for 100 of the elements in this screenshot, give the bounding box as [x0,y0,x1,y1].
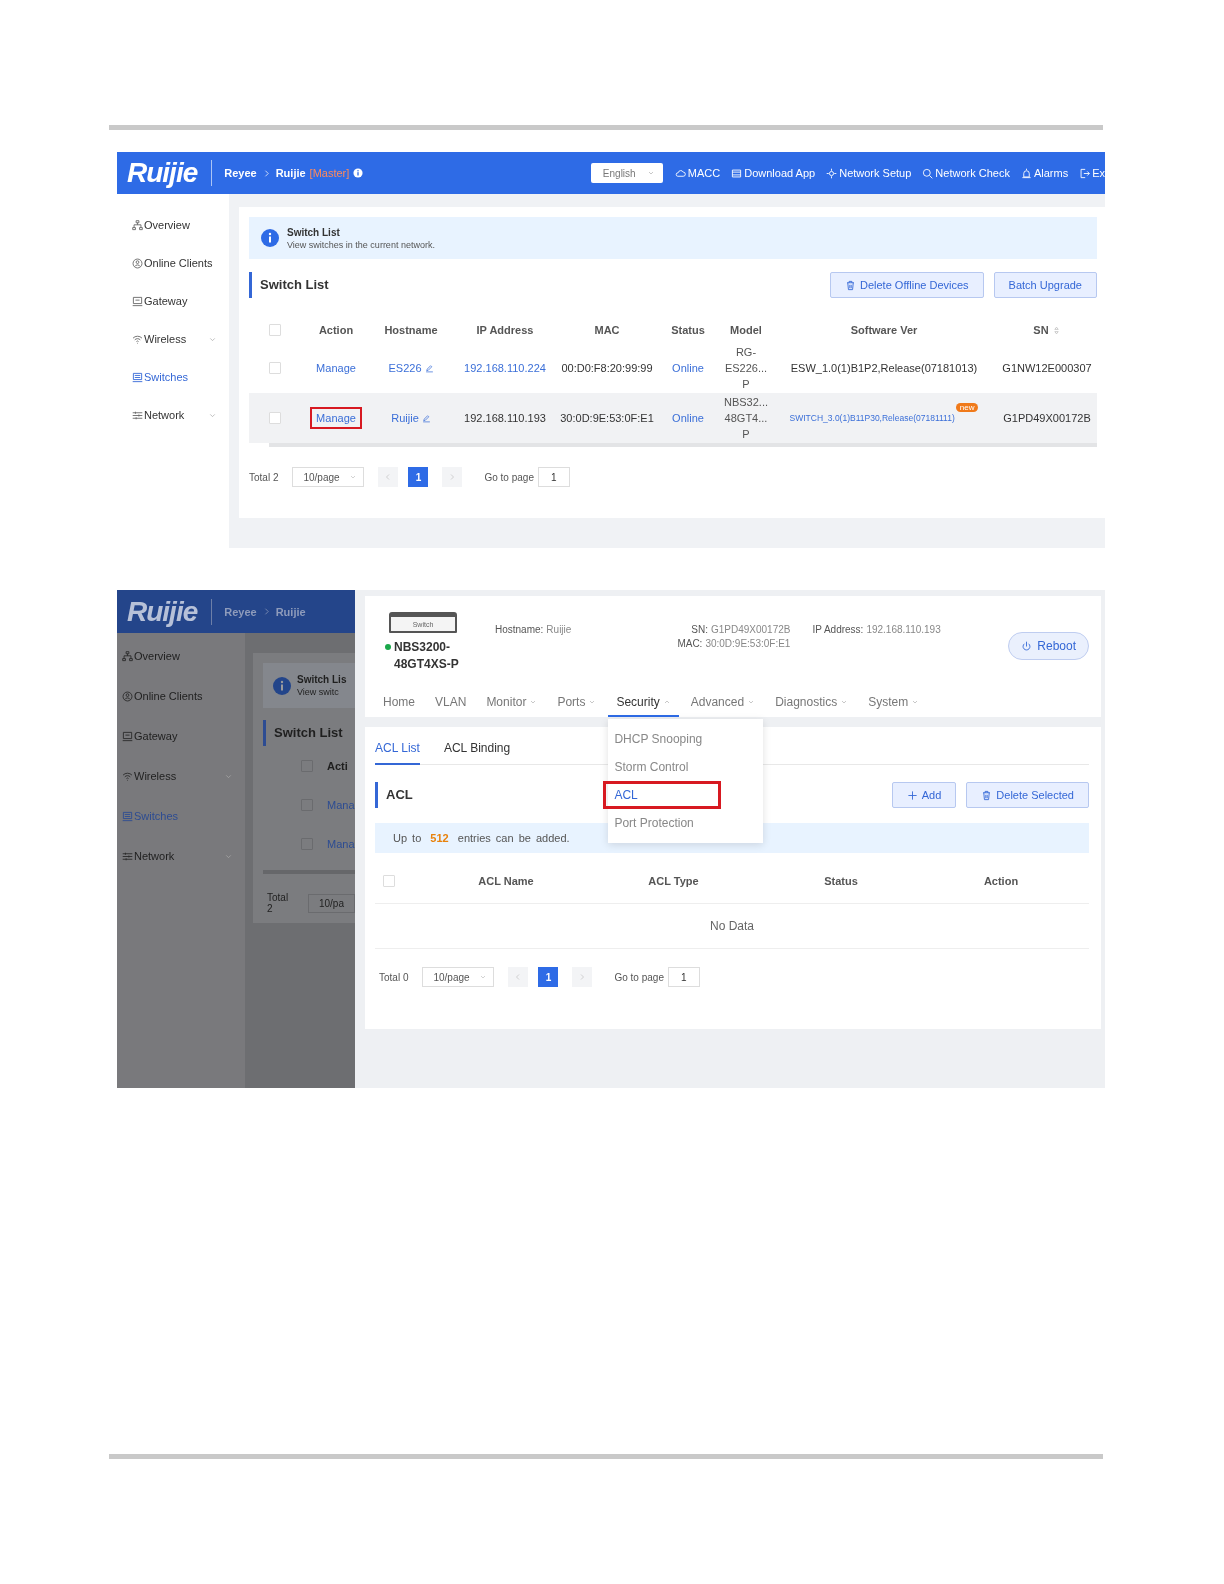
action-button[interactable]: Delete Selected [966,782,1089,808]
sidebar-item[interactable]: Gateway [117,282,229,320]
previous-page-button[interactable] [378,467,399,487]
sidebar-item[interactable]: Overview [117,636,245,676]
model-text: 48GT4... [724,411,768,426]
breadcrumb-item[interactable]: Ruijie [275,605,306,618]
action-button[interactable]: Add [891,782,957,808]
field-label: MAC: [677,638,703,649]
ip-address[interactable]: 192.168.110.224 [464,362,546,374]
page-size-select[interactable]: 10/pa [307,893,355,913]
breadcrumb-item[interactable]: Reyee [224,605,257,618]
column-header: Model [729,324,763,336]
page-button[interactable]: 1 [538,967,559,987]
menu-item[interactable]: Storm Control [603,753,722,781]
plus-icon [906,789,918,801]
manage-link[interactable]: Manage [310,357,362,379]
hostname-link[interactable]: ES226 [388,362,434,374]
nav-tab[interactable]: VLAN [427,689,475,717]
manage-link[interactable]: Manage [310,407,362,429]
menu-item[interactable]: Port Protection [603,809,722,837]
sidebar-item[interactable]: Online Clients [117,244,229,282]
cloud-icon [674,167,686,179]
nav-tab[interactable]: Monitor [478,689,546,717]
total-count: Total 2 [249,471,279,483]
breadcrumb-item[interactable]: Ruijie [275,167,306,179]
page-size-select[interactable]: 10/page [422,967,495,987]
banner-text: View switc [297,687,340,698]
status-text: Online [672,412,704,424]
sidebar-item[interactable]: Wireless [117,756,245,796]
nav-tab[interactable]: Diagnostics [767,689,857,717]
sidebar-item[interactable]: Network [117,396,229,434]
chevron-down-icon [747,698,756,706]
user-icon [122,690,133,702]
hostname-link[interactable]: Ruijie [391,412,431,424]
model-text: P [742,377,750,392]
status-text: Online [672,362,704,374]
page-size-select[interactable]: 10/page [292,467,365,487]
header-link[interactable]: Network Setup [826,167,912,179]
tab[interactable]: ACL Binding [443,741,511,765]
page-input[interactable]: 1 [667,967,700,987]
trash-icon [845,279,856,291]
tab[interactable]: ACL List [375,741,420,765]
action-button[interactable]: Delete Offline Devices [830,272,984,298]
column-header: Action [982,875,1020,887]
action-button[interactable]: Batch Upgrade [993,272,1097,298]
header-link[interactable]: Network Check [922,167,1010,179]
field-value: G1PD49X00172B [710,624,791,635]
chevron-down-icon [529,698,538,706]
next-page-button[interactable] [572,967,593,987]
wifi-icon [122,770,133,782]
previous-page-button[interactable] [508,967,529,987]
nav-tab[interactable]: Ports [549,689,605,717]
sidebar-item[interactable]: Overview [117,206,229,244]
nav-tab[interactable]: System [860,689,928,717]
breadcrumb-item[interactable]: Reyee [224,167,257,179]
header-link[interactable]: MACC [674,167,721,179]
banner-title: Switch Lis [297,674,347,686]
info-icon [353,168,364,178]
page-input[interactable]: 1 [537,467,570,487]
column-header: Status [823,875,859,887]
user-icon [132,257,143,269]
topology-icon [122,650,133,662]
total-count: Total 0 [379,971,409,983]
banner-text: View switches in the current network. [287,239,435,250]
nav-tab[interactable]: Security [608,689,679,717]
menu-item[interactable]: ACL [603,781,722,809]
mac-address: 30:0D:9E:53:0F:E1 [560,412,654,424]
alarm-icon [1020,167,1032,179]
chevron-down-icon [349,473,358,481]
topology-icon [132,219,143,231]
next-page-button[interactable] [442,467,463,487]
sidebar-item[interactable]: Wireless [117,320,229,358]
device-model: NBS3200-48GT4XS-P [394,639,460,673]
sidebar-item[interactable]: Gateway [117,716,245,756]
banner-text: Up to 512 entries can be added. [393,832,570,844]
header-link[interactable]: Ex [1079,167,1105,179]
trash-icon [981,789,993,801]
section-title: ACL [375,782,413,808]
column-header: Acti [327,759,348,772]
switch-icon [122,810,133,822]
search-icon [922,167,934,179]
nav-tab[interactable]: Home [375,689,423,717]
reboot-button[interactable]: Reboot [1008,632,1089,660]
header-link[interactable]: Alarms [1020,167,1069,179]
page-button[interactable]: 1 [408,467,429,487]
field-value: 30:0D:9E:53:0F:E1 [705,638,791,649]
gateway-icon [122,730,133,742]
sidebar-item[interactable]: Network [117,836,245,876]
software-version[interactable]: SWITCH_3.0(1)B11P30,Release(07181111) [789,413,955,423]
window-icon [731,167,743,179]
nav-tab[interactable]: Advanced [682,689,764,717]
software-version: ESW_1.0(1)B1P2,Release(07181013) [790,362,978,374]
sidebar-item[interactable]: Switches [117,358,229,396]
header-link[interactable]: Download App [731,167,816,179]
language-select[interactable]: English [590,163,663,183]
sidebar-item[interactable]: Online Clients [117,676,245,716]
model-text: NBS32... [724,395,768,410]
menu-item[interactable]: DHCP Snooping [603,725,722,753]
chevron-down-icon [479,973,488,981]
column-header: ACL Name [477,875,535,887]
